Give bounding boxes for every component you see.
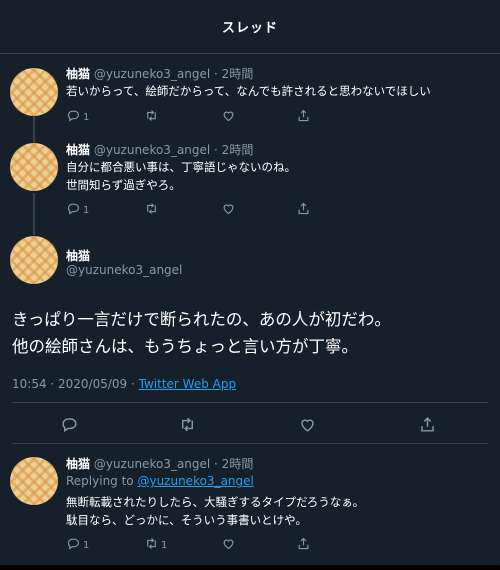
tweet-actions: 1 — [66, 108, 316, 124]
tweet-text: 無断転載されたりしたら、大騒ぎするタイプだろうなぁ。 駄目なら、どっかに、そうい… — [66, 493, 364, 529]
tweet-text: きっぱり一言だけで断られたの、あの人が初だわ。 他の絵師さんは、もうちょっと言い… — [12, 306, 391, 360]
reply-count: 1 — [83, 540, 90, 551]
thread-header: スレッド — [0, 0, 500, 54]
replying-prefix: Replying to — [66, 474, 138, 488]
share-icon — [298, 537, 309, 550]
share-icon — [298, 202, 309, 215]
display-name[interactable]: 柚猫 — [66, 247, 90, 264]
tweet-actions: 1 — [66, 201, 316, 217]
like-icon — [223, 204, 234, 215]
display-name[interactable]: 柚猫 — [66, 67, 90, 81]
like-button[interactable] — [221, 201, 236, 216]
page-title: スレッド — [221, 21, 278, 36]
tweet-actions: 1 1 — [66, 536, 316, 552]
retweet-icon — [182, 417, 193, 432]
share-button[interactable] — [296, 108, 311, 123]
like-button[interactable] — [298, 415, 317, 434]
tweet-text: 若いからって、絵師だからって、なんでも許されると思わないでほしい — [66, 82, 431, 100]
reply-icon — [67, 538, 80, 550]
share-button[interactable] — [418, 415, 437, 434]
bottom-edge — [0, 565, 500, 570]
tweet-header: 柚猫 @yuzuneko3_angel · 2時間 — [66, 455, 253, 472]
tweet-text-line: 若いからって、絵師だからって、なんでも許されると思わないでほしい — [66, 84, 431, 98]
share-icon — [421, 417, 434, 432]
like-button[interactable] — [221, 108, 236, 123]
retweet-button[interactable] — [144, 201, 159, 216]
timestamp[interactable]: 10:54 · 2020/05/09 · — [12, 377, 139, 391]
tweet-header: 柚猫 @yuzuneko3_angel · 2時間 — [66, 65, 253, 82]
handle-time: @yuzuneko3_angel · 2時間 — [93, 143, 254, 157]
tweet-text-line: 駄目なら、どっかに、そういう事書いとけや。 — [66, 513, 308, 527]
retweet-button[interactable]: 1 — [144, 536, 167, 551]
tweet-text: 自分に都合悪い事は、丁寧語じゃないのね。 世間知らず過ぎやろ。 — [66, 158, 296, 194]
main-tweet-actions — [0, 415, 500, 435]
retweet-icon — [147, 203, 156, 214]
retweet-button[interactable] — [178, 415, 197, 434]
source-link[interactable]: Twitter Web App — [139, 377, 236, 391]
reply-icon — [67, 110, 80, 122]
divider — [12, 402, 488, 403]
retweet-count: 1 — [161, 540, 168, 551]
tweet-text-line: 他の絵師さんは、もうちょっと言い方が丁寧。 — [12, 337, 359, 356]
reply-icon — [67, 203, 80, 215]
retweet-icon — [147, 538, 156, 549]
avatar[interactable] — [10, 457, 58, 505]
like-button[interactable] — [221, 536, 236, 551]
divider — [12, 443, 488, 444]
tweet-header: 柚猫 @yuzuneko3_angel · 2時間 — [66, 141, 253, 158]
reply-button[interactable]: 1 — [66, 201, 89, 216]
reply-count: 1 — [83, 205, 90, 216]
reply-count: 1 — [83, 112, 90, 123]
share-button[interactable] — [296, 536, 311, 551]
tweet-meta: 10:54 · 2020/05/09 · Twitter Web App — [12, 377, 236, 391]
reply-button[interactable] — [60, 415, 79, 434]
thread-connector-line — [33, 193, 35, 235]
handle[interactable]: @yuzuneko3_angel — [66, 263, 182, 277]
avatar[interactable] — [10, 236, 58, 284]
replying-to: Replying to @yuzuneko3_angel — [66, 474, 254, 488]
avatar[interactable] — [10, 68, 58, 116]
reply-button[interactable]: 1 — [66, 108, 89, 123]
like-icon — [223, 111, 234, 122]
tweet-text-line: 無断転載されたりしたら、大騒ぎするタイプだろうなぁ。 — [66, 495, 365, 509]
avatar[interactable] — [10, 143, 58, 191]
share-button[interactable] — [296, 201, 311, 216]
tweet-text-line: 自分に都合悪い事は、丁寧語じゃないのね。 — [66, 160, 296, 174]
tweet-text-line: きっぱり一言だけで断られたの、あの人が初だわ。 — [12, 310, 391, 329]
like-icon — [223, 539, 234, 550]
handle-time: @yuzuneko3_angel · 2時間 — [93, 67, 254, 81]
handle-time: @yuzuneko3_angel · 2時間 — [93, 457, 254, 471]
replying-to-link[interactable]: @yuzuneko3_angel — [137, 474, 253, 488]
like-icon — [301, 419, 314, 432]
thread-connector-line — [33, 116, 35, 143]
reply-icon — [62, 418, 77, 433]
tweet-text-line: 世間知らず過ぎやろ。 — [66, 178, 181, 192]
retweet-icon — [147, 110, 156, 121]
retweet-button[interactable] — [144, 108, 159, 123]
display-name[interactable]: 柚猫 — [66, 143, 90, 157]
display-name[interactable]: 柚猫 — [66, 457, 90, 471]
reply-button[interactable]: 1 — [66, 536, 89, 551]
share-icon — [298, 109, 309, 122]
